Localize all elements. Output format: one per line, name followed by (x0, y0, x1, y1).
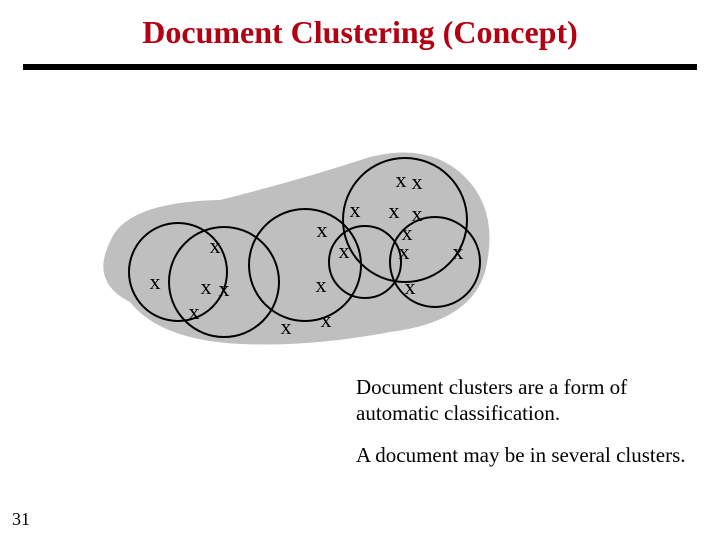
data-point: x (412, 171, 423, 193)
caption-1: Document clusters are a form of automati… (356, 374, 706, 427)
data-point: x (453, 241, 464, 263)
data-point: x (150, 271, 161, 293)
cluster-region-blob (103, 153, 489, 345)
data-point: x (412, 203, 423, 225)
data-point: x (317, 219, 328, 241)
title-underline (23, 64, 697, 70)
caption-2: A document may be in several clusters. (356, 442, 706, 468)
data-point: x (350, 199, 361, 221)
data-point: x (281, 316, 292, 338)
page-number: 31 (12, 509, 30, 530)
cluster-diagram: xxxxxxxxxxxxxxxxxxx (70, 122, 520, 362)
slide-title: Document Clustering (Concept) (0, 0, 720, 59)
data-point: x (210, 235, 221, 257)
data-point: x (399, 241, 410, 263)
data-point: x (405, 276, 416, 298)
data-point: x (321, 309, 332, 331)
data-point: x (396, 169, 407, 191)
data-point: x (316, 274, 327, 296)
data-point: x (389, 200, 400, 222)
data-point: x (219, 278, 230, 300)
data-point: x (189, 301, 200, 323)
data-point: x (339, 240, 350, 262)
data-point: x (201, 276, 212, 298)
